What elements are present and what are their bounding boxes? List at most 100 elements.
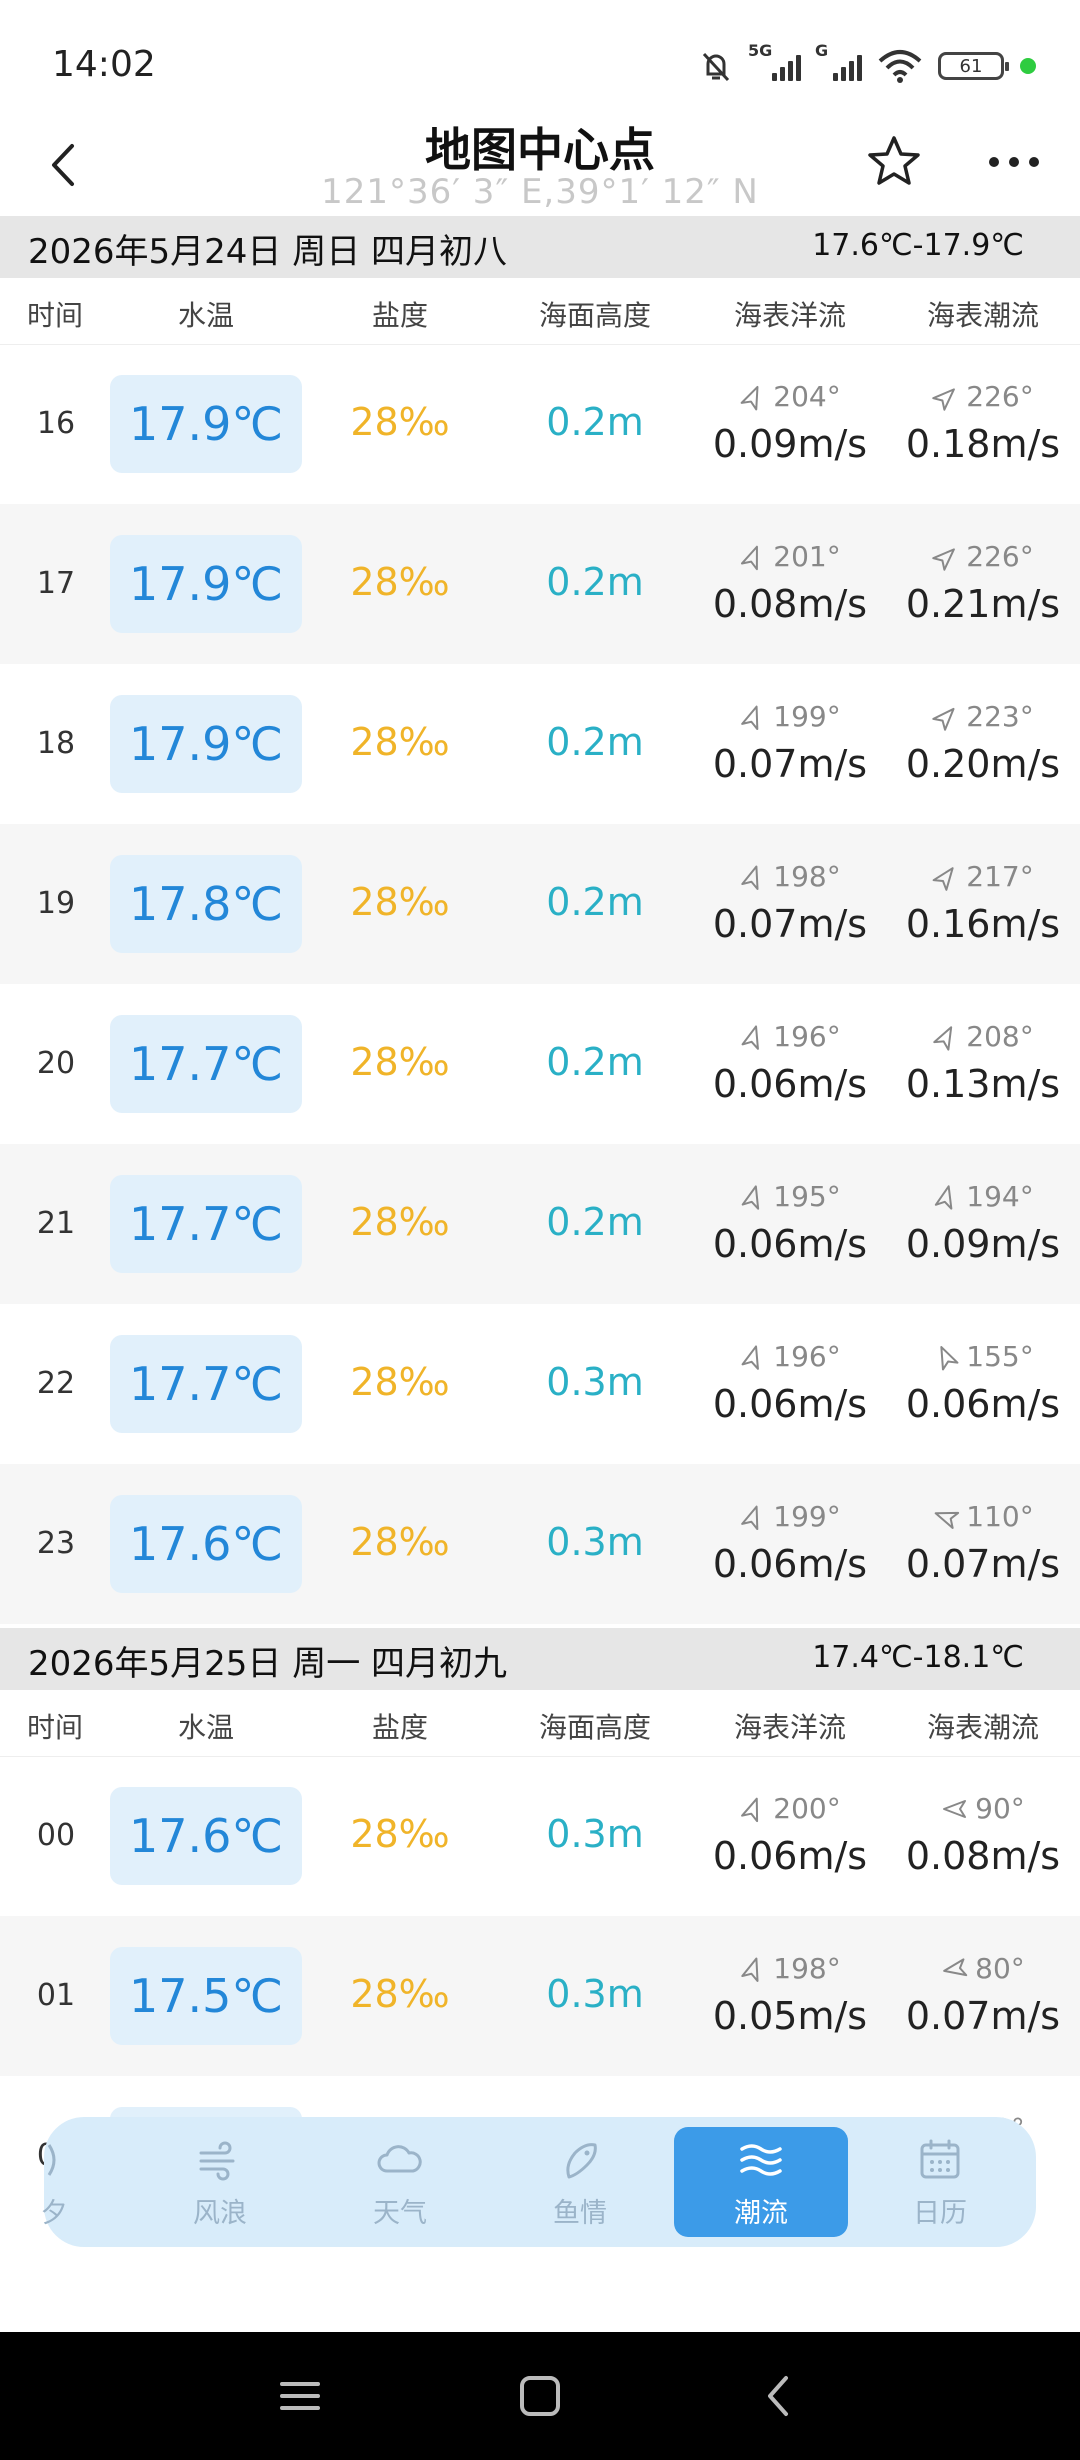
hour-row: 21 17.7℃ 28‰ 0.2m 195° 0.06m/s 194° 0.09m/s <box>0 1144 1080 1304</box>
hour-label: 01 <box>36 1978 76 2013</box>
water-temp-badge: 17.6℃ <box>110 1495 302 1593</box>
ocean-direction: 199° <box>700 1500 880 1533</box>
tidal-direction-value: 223° <box>966 700 1034 733</box>
col-sea-height: 海面高度 <box>538 1711 651 1744</box>
favorite-star-button[interactable] <box>862 130 926 194</box>
ocean-direction-value: 204° <box>773 380 841 413</box>
sea-height-value: 0.3m <box>546 1972 644 2016</box>
ocean-speed-value: 0.05m/s <box>712 1994 868 2038</box>
more-options-button[interactable] <box>984 130 1044 194</box>
ocean-speed-value: 0.06m/s <box>712 1382 868 1426</box>
ocean-speed-value: 0.07m/s <box>712 902 868 946</box>
tidal-direction-arrow-icon <box>934 1511 960 1529</box>
tidal-direction: 194° <box>893 1180 1073 1213</box>
day-date: 2026年5月25日 周一 四月初九 <box>28 1644 508 1684</box>
tidal-speed-value: 0.09m/s <box>905 1222 1061 1266</box>
tab-wind-wave[interactable]: 风浪 <box>140 2117 300 2247</box>
hour-row: 20 17.7℃ 28‰ 0.2m 196° 0.06m/s 208° 0.13m/s <box>0 984 1080 1144</box>
ocean-speed-value: 0.08m/s <box>712 582 868 626</box>
tidal-direction-value: 110° <box>966 1500 1034 1533</box>
ocean-direction-value: 200° <box>773 1792 841 1825</box>
water-temp-badge: 17.7℃ <box>110 1015 302 1113</box>
ocean-direction-value: 201° <box>773 540 841 573</box>
tidal-direction: 155° <box>893 1340 1073 1373</box>
hour-label: 22 <box>36 1366 76 1401</box>
ocean-direction: 198° <box>700 860 880 893</box>
ocean-direction: 204° <box>700 380 880 413</box>
tidal-direction-arrow-icon <box>932 387 956 411</box>
ocean-speed-value: 0.06m/s <box>712 1062 868 1106</box>
day-header: 2026年5月25日 周一 四月初九 17.4℃-18.1℃ <box>0 1628 1080 1690</box>
tidal-direction-value: 155° <box>966 1340 1034 1373</box>
hour-label: 23 <box>36 1526 76 1561</box>
tidal-direction-arrow-icon <box>943 1799 967 1818</box>
tab-calendar[interactable]: 日历 <box>860 2117 1020 2247</box>
tidal-speed-value: 0.08m/s <box>905 1834 1061 1878</box>
water-temp-badge: 17.9℃ <box>110 375 302 473</box>
ocean-direction-arrow-icon <box>741 1344 760 1370</box>
ocean-speed-value: 0.09m/s <box>712 422 868 466</box>
col-water-temp: 水温 <box>177 1711 234 1744</box>
back-nav-icon[interactable] <box>750 2366 810 2426</box>
wifi-icon <box>878 50 922 83</box>
salinity-value: 28‰ <box>350 560 450 604</box>
ocean-direction: 196° <box>700 1340 880 1373</box>
water-temp-badge: 17.5℃ <box>110 1947 302 2045</box>
sea-height-value: 0.2m <box>546 560 644 604</box>
column-header-row: 时间 水温 盐度 海面高度 海表洋流 海表潮流 <box>0 278 1080 345</box>
tab-fishing[interactable]: 鱼情 <box>500 2117 660 2247</box>
signal-g-icon: G <box>815 41 862 81</box>
salinity-value: 28‰ <box>350 1360 450 1404</box>
water-temp-badge: 17.6℃ <box>110 1787 302 1885</box>
tab-label: 潮流 <box>734 2197 788 2229</box>
day-header: 2026年5月24日 周日 四月初八 17.6℃-17.9℃ <box>0 216 1080 278</box>
hour-row: 19 17.8℃ 28‰ 0.2m 198° 0.07m/s 217° 0.16m/s <box>0 824 1080 984</box>
home-nav-icon[interactable] <box>510 2366 570 2426</box>
ocean-direction-arrow-icon <box>740 385 759 410</box>
sea-height-value: 0.2m <box>546 880 644 924</box>
salinity-value: 28‰ <box>350 1812 450 1856</box>
menu-nav-icon[interactable] <box>270 2366 330 2426</box>
tidal-speed-value: 0.13m/s <box>905 1062 1061 1106</box>
tidal-direction: 90° <box>893 1792 1073 1825</box>
ocean-direction-arrow-icon <box>741 1957 759 1982</box>
tab-weather[interactable]: 天气 <box>320 2117 480 2247</box>
tidal-speed-value: 0.20m/s <box>905 742 1061 786</box>
mute-bell-icon <box>702 52 730 82</box>
tidal-direction: 80° <box>893 1952 1073 1985</box>
tidal-direction-value: 208° <box>966 1020 1034 1053</box>
status-time: 14:02 <box>52 44 156 85</box>
fish-icon <box>566 2142 597 2178</box>
status-icons: 5G G 61 <box>698 41 1036 86</box>
tab-tide[interactable]: 夕 <box>4 2117 104 2247</box>
tidal-speed-value: 0.06m/s <box>905 1382 1061 1426</box>
tab-label: 风浪 <box>193 2197 247 2229</box>
hour-label: 21 <box>36 1206 76 1241</box>
day-temp-range: 17.4℃-18.1℃ <box>812 1640 1024 1675</box>
tidal-direction-arrow-icon <box>933 1025 953 1051</box>
water-temp-badge: 17.9℃ <box>110 695 302 793</box>
col-ocean-current: 海表洋流 <box>733 299 846 332</box>
col-salinity: 盐度 <box>371 1711 428 1744</box>
tidal-direction: 217° <box>893 860 1073 893</box>
tidal-direction-arrow-icon <box>932 547 956 571</box>
hour-label: 00 <box>36 1818 76 1853</box>
col-ocean-current: 海表洋流 <box>733 1711 846 1744</box>
ocean-speed-value: 0.06m/s <box>712 1542 868 1586</box>
ocean-direction-arrow-icon <box>741 865 759 890</box>
tab-label: 鱼情 <box>553 2197 607 2229</box>
sea-height-value: 0.3m <box>546 1360 644 1404</box>
tidal-speed-value: 0.21m/s <box>905 582 1061 626</box>
salinity-value: 28‰ <box>350 1972 450 2016</box>
tidal-direction-arrow-icon <box>932 866 954 891</box>
day-date: 2026年5月24日 周日 四月初八 <box>28 232 508 272</box>
ocean-direction: 200° <box>700 1792 880 1825</box>
tab-tidal-current[interactable]: 潮流 <box>674 2127 848 2237</box>
ocean-direction-arrow-icon <box>741 705 759 730</box>
hour-row: 01 17.5℃ 28‰ 0.3m 198° 0.05m/s 80° 0.07m/s <box>0 1916 1080 2076</box>
battery-icon: 61 <box>938 52 1009 80</box>
day-temp-range: 17.6℃-17.9℃ <box>812 228 1024 263</box>
tidal-direction-value: 226° <box>966 380 1034 413</box>
ocean-direction: 196° <box>700 1020 880 1053</box>
ocean-direction: 198° <box>700 1952 880 1985</box>
